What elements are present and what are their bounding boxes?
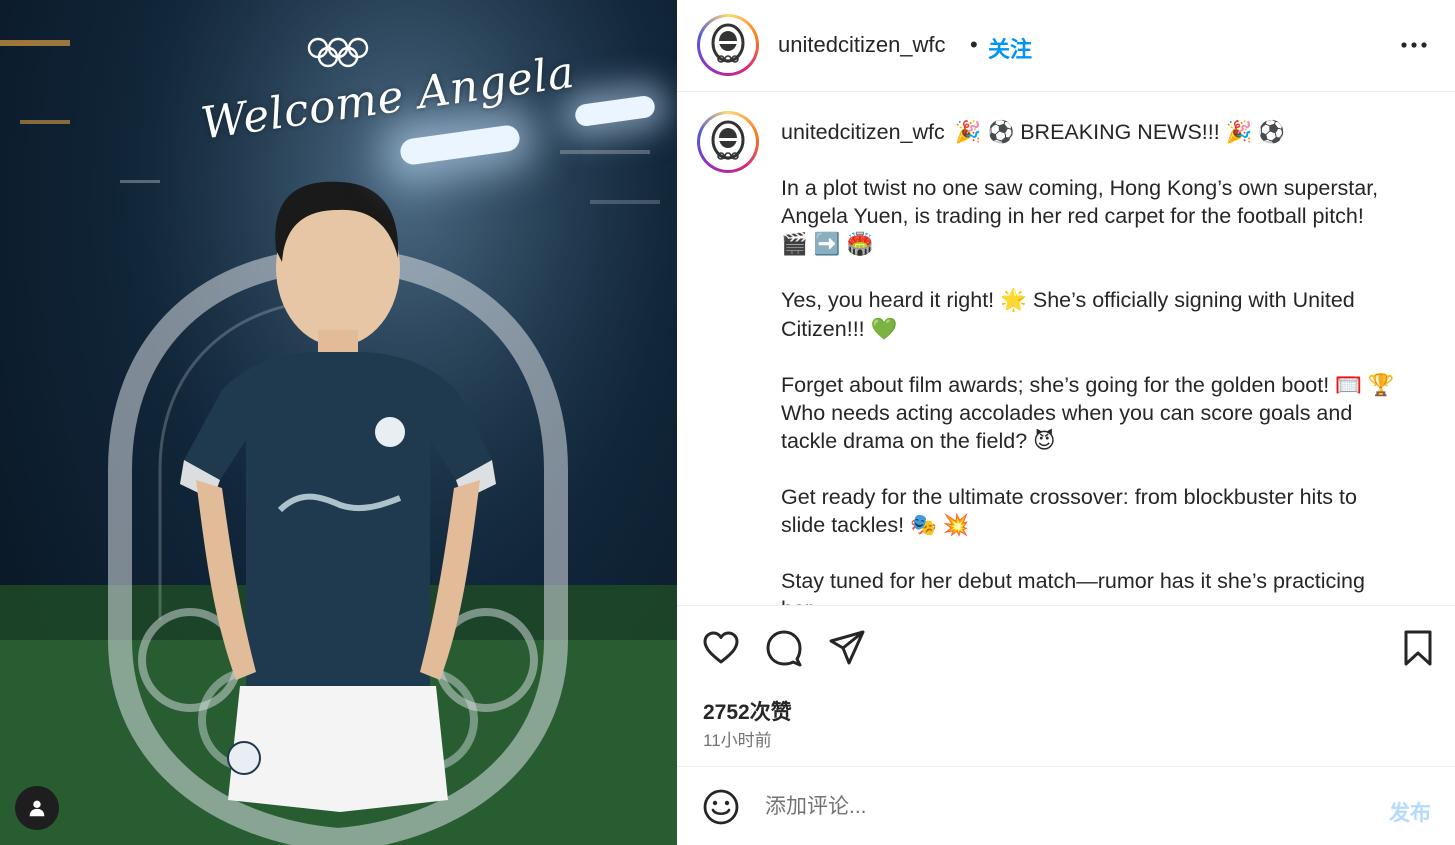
heart-icon[interactable] <box>701 628 741 668</box>
more-horizontal-icon[interactable] <box>1399 30 1429 60</box>
post-detail-panel: unitedcitizen_wfc • 关注 unitedcitizen_wfc… <box>677 0 1455 845</box>
caption-line: tackle drama on the field? 😈 <box>781 429 1056 454</box>
post-image[interactable]: Welcome Angela <box>0 0 677 845</box>
post-timestamp[interactable]: 11小时前 <box>703 726 772 751</box>
bookmark-icon[interactable] <box>1398 628 1438 668</box>
caption-line: slide tackles! 🎭 💥 <box>781 513 970 538</box>
caption-line: Stay tuned for her debut match—rumor has… <box>781 569 1365 594</box>
caption-line: Yes, you heard it right! 🌟 She’s officia… <box>781 288 1355 313</box>
caption-line: Angela Yuen, is trading in her red carpe… <box>781 204 1364 229</box>
caption-line: her ... ... ... <box>781 595 1401 605</box>
emoji-icon[interactable] <box>701 787 741 827</box>
share-icon[interactable] <box>827 628 867 668</box>
separator: • <box>970 32 978 57</box>
caption-line: Get ready for the ultimate crossover: fr… <box>781 485 1357 510</box>
avatar[interactable] <box>697 111 759 173</box>
tagged-user-button[interactable] <box>15 786 59 830</box>
caption-text: unitedcitizen_wfc 🎉 ⚽ BREAKING NEWS!!! 🎉… <box>781 118 1401 605</box>
caption-section: unitedcitizen_wfc 🎉 ⚽ BREAKING NEWS!!! 🎉… <box>677 93 1455 605</box>
caption-line: Citizen!!! 💚 <box>781 316 898 341</box>
comment-composer: 发布 <box>677 766 1455 845</box>
caption-line: 🎬 ➡️ 🏟️ <box>781 232 874 257</box>
comment-input[interactable] <box>765 789 1345 825</box>
user-icon <box>29 800 45 817</box>
caption-line: Forget about film awards; she’s going fo… <box>781 372 1395 397</box>
post-header: unitedcitizen_wfc • 关注 <box>677 0 1455 92</box>
action-bar: 2752次赞 11小时前 <box>677 605 1455 766</box>
comment-icon[interactable] <box>764 628 804 668</box>
club-logo-icon <box>711 120 745 160</box>
post-comment-button[interactable]: 发布 <box>1389 797 1431 827</box>
follow-button[interactable]: 关注 <box>988 32 1032 64</box>
like-count[interactable]: 2752次赞 <box>703 696 792 726</box>
caption-line: 🎉 ⚽ BREAKING NEWS!!! 🎉 ⚽ <box>954 120 1286 144</box>
club-logo-icon <box>711 23 745 63</box>
username-link[interactable]: unitedcitizen_wfc <box>778 32 946 58</box>
caption-line: Who needs acting accolades when you can … <box>781 400 1353 425</box>
caption-username-link[interactable]: unitedcitizen_wfc <box>781 120 945 144</box>
avatar[interactable] <box>697 14 759 76</box>
caption-line: In a plot twist no one saw coming, Hong … <box>781 176 1379 200</box>
